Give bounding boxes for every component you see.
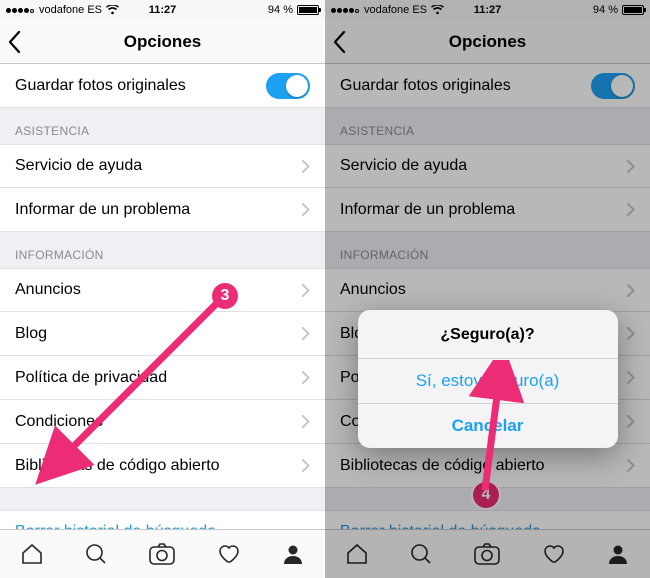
dialog-title: ¿Seguro(a)? — [358, 310, 618, 358]
toggle-save-original[interactable] — [266, 73, 310, 99]
battery-percent: 94 % — [268, 4, 293, 16]
clock: 11:27 — [149, 4, 177, 16]
phone-screenshot-step4: vodafone ES 11:27 94 % Opciones Guardar … — [325, 0, 650, 578]
tab-profile[interactable] — [281, 542, 305, 566]
section-header-informacion: INFORMACIÓN — [0, 232, 325, 268]
section-header-asistencia: ASISTENCIA — [0, 108, 325, 144]
row-label: Bibliotecas de código abierto — [15, 457, 220, 475]
phone-screenshot-step3: vodafone ES 11:27 94 % Opciones Guardar … — [0, 0, 325, 578]
chevron-right-icon — [302, 284, 310, 297]
search-icon — [84, 542, 108, 566]
signal-dots-icon — [6, 4, 35, 16]
dialog-confirm-button[interactable]: Sí, estoy seguro(a) — [358, 358, 618, 403]
row-save-original-photos[interactable]: Guardar fotos originales — [0, 64, 325, 108]
tab-home[interactable] — [20, 542, 44, 566]
chevron-left-icon — [8, 31, 21, 53]
heart-icon — [217, 542, 241, 566]
modal-overlay[interactable] — [325, 0, 650, 578]
camera-icon — [148, 542, 176, 566]
tab-bar — [0, 529, 325, 578]
row-open-source-libs[interactable]: Bibliotecas de código abierto — [0, 444, 325, 488]
back-button[interactable] — [8, 31, 21, 53]
row-blog[interactable]: Blog — [0, 312, 325, 356]
carrier-label: vodafone ES — [39, 4, 102, 16]
row-help-service[interactable]: Servicio de ayuda — [0, 144, 325, 188]
row-label: Blog — [15, 325, 47, 343]
annotation-badge-3: 3 — [212, 283, 238, 309]
dialog-cancel-button[interactable]: Cancelar — [358, 403, 618, 448]
row-label: Informar de un problema — [15, 201, 190, 219]
tab-camera[interactable] — [148, 542, 176, 566]
chevron-right-icon — [302, 203, 310, 216]
row-label: Condiciones — [15, 413, 103, 431]
chevron-right-icon — [302, 415, 310, 428]
tab-activity[interactable] — [217, 542, 241, 566]
chevron-right-icon — [302, 327, 310, 340]
chevron-right-icon — [302, 371, 310, 384]
row-label: Política de privacidad — [15, 369, 167, 387]
row-report-problem[interactable]: Informar de un problema — [0, 188, 325, 232]
tab-search[interactable] — [84, 542, 108, 566]
confirm-dialog: ¿Seguro(a)? Sí, estoy seguro(a) Cancelar — [358, 310, 618, 448]
row-privacy-policy[interactable]: Política de privacidad — [0, 356, 325, 400]
row-ads[interactable]: Anuncios — [0, 268, 325, 312]
row-label: Anuncios — [15, 281, 81, 299]
home-icon — [20, 542, 44, 566]
profile-icon — [281, 542, 305, 566]
nav-bar: Opciones — [0, 20, 325, 64]
row-terms[interactable]: Condiciones — [0, 400, 325, 444]
status-bar: vodafone ES 11:27 94 % — [0, 0, 325, 20]
row-label: Guardar fotos originales — [15, 77, 186, 95]
chevron-right-icon — [302, 160, 310, 173]
page-title: Opciones — [124, 32, 201, 52]
chevron-right-icon — [302, 459, 310, 472]
wifi-icon — [106, 5, 119, 15]
settings-list: Guardar fotos originales ASISTENCIA Serv… — [0, 64, 325, 578]
battery-icon — [297, 5, 319, 15]
row-label: Servicio de ayuda — [15, 157, 142, 175]
